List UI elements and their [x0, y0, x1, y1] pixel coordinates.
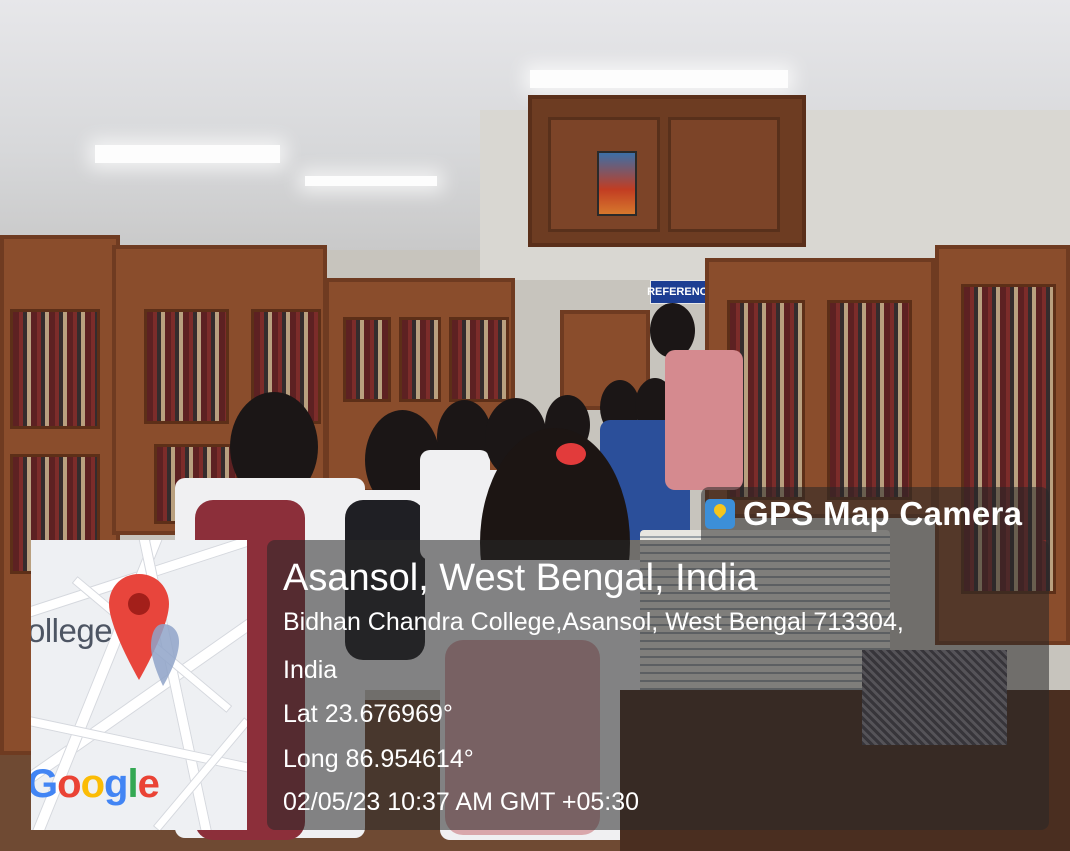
portrait-frame [597, 151, 637, 216]
brand-tab: GPS Map Camera [701, 487, 1049, 540]
wall-cabinet [528, 95, 806, 247]
ceiling-light [530, 70, 788, 88]
datetime: 02/05/23 10:37 AM GMT +05:30 [283, 788, 640, 816]
map-pin-camera-icon [705, 498, 735, 529]
longitude: Long 86.954614° [283, 745, 474, 773]
address-line-1: Bidhan Chandra College,Asansol, West Ben… [283, 608, 904, 636]
brand-label: GPS Map Camera [743, 494, 1023, 532]
ceiling-light [95, 145, 280, 163]
reference-sign: REFERENCE [647, 280, 715, 304]
google-logo: Google [31, 762, 160, 806]
latitude: Lat 23.676969° [283, 700, 453, 728]
location-title: Asansol, West Bengal, India [283, 557, 758, 599]
person-marker-icon [151, 624, 179, 686]
hair-tie [556, 443, 586, 465]
map-place-label: ollege [31, 612, 113, 649]
map-thumbnail[interactable]: ollege Google [31, 540, 247, 830]
ceiling-light [305, 176, 437, 186]
address-line-2: India [283, 656, 338, 684]
